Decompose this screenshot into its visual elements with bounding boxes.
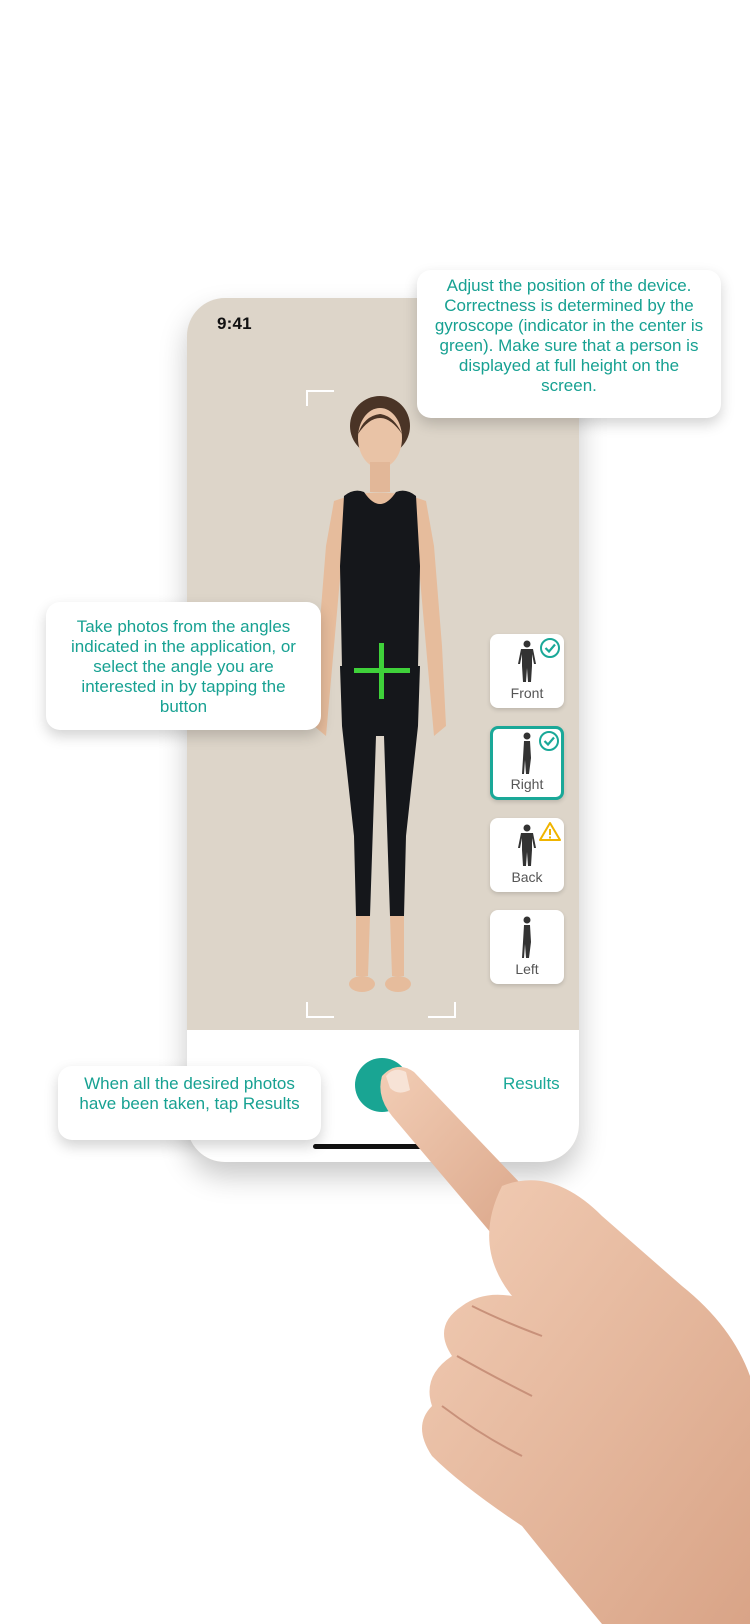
body-side-icon (522, 916, 531, 958)
warning-icon (539, 822, 561, 841)
angle-button-back[interactable]: Back (490, 818, 564, 892)
angle-button-front[interactable]: Front (490, 634, 564, 708)
frame-corner-bottom-right (428, 1002, 456, 1018)
gyroscope-crosshair-icon (354, 643, 410, 699)
body-side-icon (522, 732, 531, 774)
angle-label-left: Left (515, 961, 539, 977)
callout-select-angle: Take photos from the angles indicated in… (46, 602, 321, 730)
callout-tap-results: When all the desired photos have been ta… (58, 1066, 321, 1140)
callout-adjust-device: Adjust the position of the device. Corre… (417, 270, 721, 418)
status-time: 9:41 (217, 314, 252, 333)
body-front-icon (518, 640, 536, 682)
phone-screen: 9:41 Front Right Back Left Results (187, 298, 579, 1162)
check-circle-icon (539, 731, 559, 751)
frame-corner-top-left (306, 390, 334, 406)
body-back-icon (518, 824, 536, 866)
angle-button-left[interactable]: Left (490, 910, 564, 984)
frame-corner-bottom-left (306, 1002, 334, 1018)
pointing-hand-image (380, 1066, 750, 1624)
check-circle-icon (540, 638, 560, 658)
angle-button-right[interactable]: Right (490, 726, 564, 800)
angle-label-right: Right (510, 776, 544, 792)
angle-label-front: Front (510, 685, 544, 701)
angle-label-back: Back (511, 869, 543, 885)
